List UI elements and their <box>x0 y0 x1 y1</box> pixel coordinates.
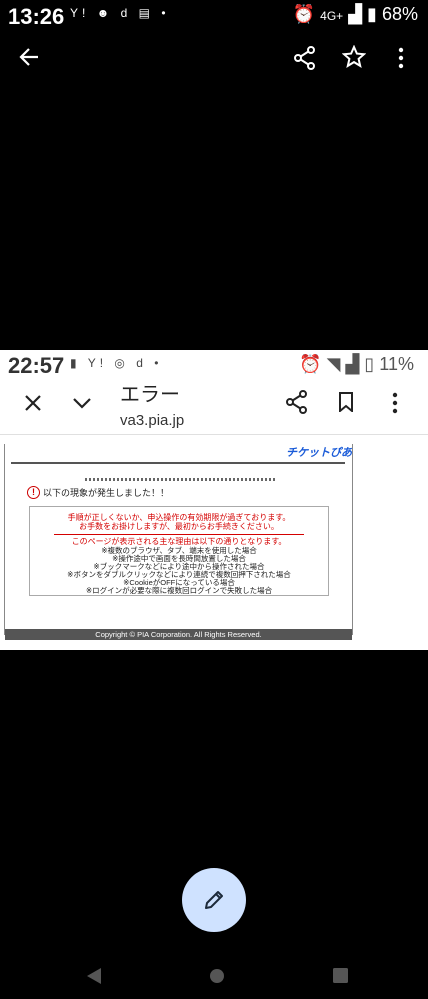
share-icon[interactable] <box>286 390 308 414</box>
message-divider <box>54 534 304 535</box>
battery-icon: ▮ <box>367 4 377 24</box>
wifi-icon: ◥ <box>326 354 341 374</box>
status-time: 13:26 <box>8 4 65 29</box>
battery-icon: ▯ <box>364 354 375 374</box>
inner-battery-percent: 11% <box>379 354 414 374</box>
pia-logo[interactable]: チケットぴあ <box>286 444 352 460</box>
outer-status-bar: 13:26 Y! ☻ d ▤ • ⏰ 4G+ ▟ ▮ 68% <box>0 0 428 34</box>
inner-status-bar: 22:57 ▮ Y! ◎ d • ⏰ ◥ ▟ ▯ 11% <box>0 350 428 380</box>
notification-icons: Y! ☻ d ▤ • <box>70 6 170 20</box>
chevron-down-icon[interactable] <box>72 396 92 410</box>
battery-percent: 68% <box>381 4 418 24</box>
pencil-icon <box>205 891 223 909</box>
copyright-footer: Copyright © PIA Corporation. All Rights … <box>5 629 352 640</box>
browser-url[interactable]: va3.pia.jp <box>120 412 184 429</box>
home-circle-icon[interactable] <box>209 968 225 984</box>
more-vert-icon[interactable] <box>396 46 406 70</box>
bookmark-icon[interactable] <box>338 392 354 412</box>
close-icon[interactable] <box>24 394 42 412</box>
share-icon[interactable] <box>294 46 316 70</box>
status-indicators: ⏰ 4G+ ▟ ▮ 68% <box>293 4 418 25</box>
error-page-frame: チケットぴあ ! 以下の現象が発生しました！！ 手順が正しくないか、申込操作の有… <box>4 444 353 640</box>
back-triangle-icon[interactable] <box>86 967 102 985</box>
inner-status-indicators: ⏰ ◥ ▟ ▯ 11% <box>299 354 414 375</box>
edit-fab-button[interactable] <box>182 868 246 932</box>
toolbar-divider <box>0 434 428 435</box>
network-type: 4G+ <box>320 9 344 23</box>
inner-notification-icons: ▮ Y! ◎ d • <box>70 356 163 370</box>
more-vert-icon[interactable] <box>390 392 400 414</box>
signal-icon: ▟ <box>345 354 360 374</box>
error-line-2: お手数をお掛けしますが、最初からお手続きください。 <box>79 522 279 531</box>
error-message-box: 手順が正しくないか、申込操作の有効期限が過ぎております。 お手数をお掛けしますが… <box>29 506 329 596</box>
star-icon[interactable] <box>342 45 366 69</box>
web-content: チケットぴあ ! 以下の現象が発生しました！！ 手順が正しくないか、申込操作の有… <box>4 444 353 641</box>
asterisk-separator <box>85 478 275 481</box>
back-arrow-icon[interactable] <box>18 46 40 68</box>
header-rule <box>11 462 345 464</box>
inner-status-time: 22:57 <box>8 353 65 378</box>
alert-message: 以下の現象が発生しました！！ <box>43 488 170 498</box>
signal-icon: ▟ <box>348 4 363 24</box>
alarm-icon: ⏰ <box>299 354 322 374</box>
browser-page-title: エラー <box>120 384 180 406</box>
recents-square-icon[interactable] <box>333 968 348 983</box>
alarm-icon: ⏰ <box>292 4 316 24</box>
reason-item: ※ログインが必要な際に複数回ログインで失敗した場合 <box>85 586 273 595</box>
screenshot-image: 22:57 ▮ Y! ◎ d • ⏰ ◥ ▟ ▯ 11% エラー va3.pia… <box>0 350 428 650</box>
system-nav-bar <box>0 955 428 999</box>
alert-icon: ! <box>27 486 40 499</box>
